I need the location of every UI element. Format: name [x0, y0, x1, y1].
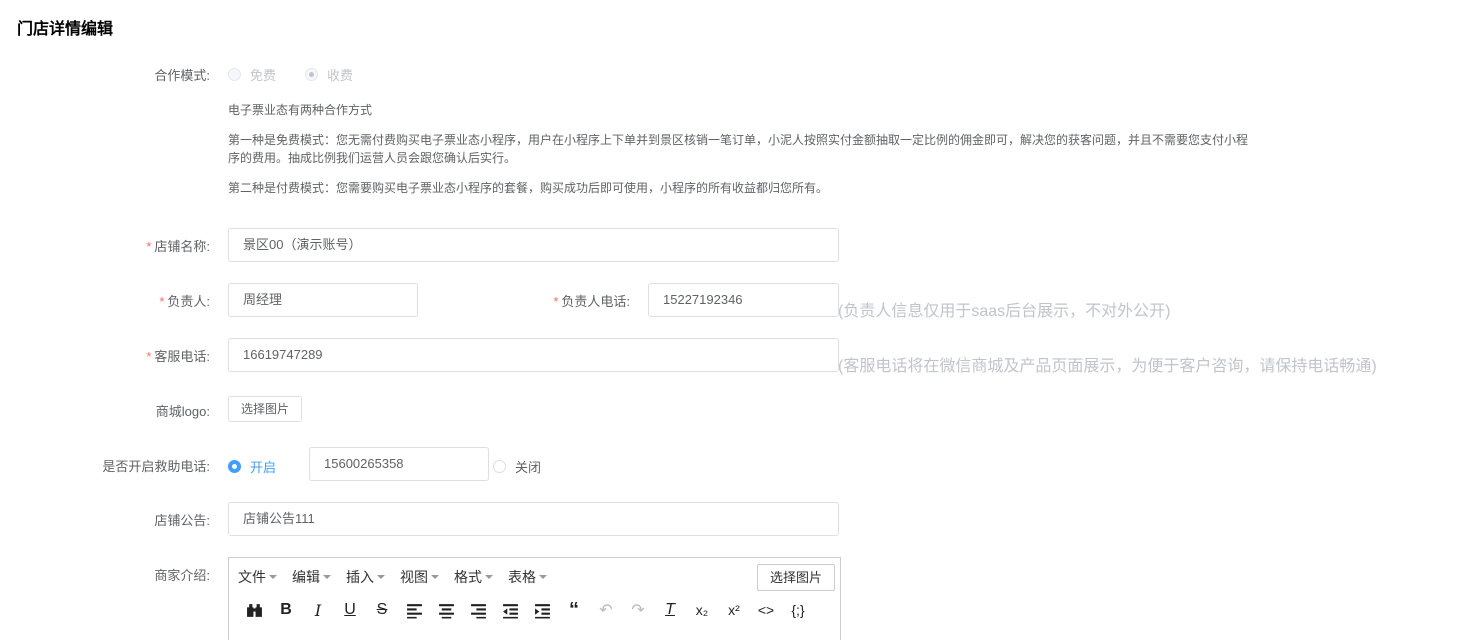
manager-phone-label: * 负责人电话:	[553, 294, 630, 309]
manager-phone-hint: (负责人信息仅用于saas后台展示，不对外公开)	[838, 303, 1171, 320]
menu-view[interactable]: 视图	[400, 567, 439, 587]
chevron-down-icon	[377, 575, 385, 579]
chevron-down-icon	[323, 575, 331, 579]
chevron-down-icon	[485, 575, 493, 579]
code-icon[interactable]: <>	[750, 600, 782, 620]
manager-input[interactable]: 周经理	[228, 283, 418, 317]
binoculars-icon[interactable]	[238, 600, 270, 620]
shop-name-label: * 店铺名称:	[146, 239, 210, 254]
radio-dot	[228, 68, 241, 81]
shop-name-input[interactable]: 景区00（演示账号）	[228, 228, 839, 262]
superscript-icon[interactable]: x²	[718, 600, 750, 620]
manager-phone-input[interactable]: 15227192346	[648, 283, 839, 317]
radio-rescue-on-label: 开启	[250, 460, 277, 475]
cooperation-desc-paid: 第二种是付费模式：您需要购买电子票业态小程序的套餐，购买成功后即可使用，小程序的…	[228, 181, 829, 195]
cooperation-desc-title: 电子票业态有两种合作方式	[228, 103, 373, 117]
chevron-down-icon	[539, 575, 547, 579]
menu-format[interactable]: 格式	[454, 567, 493, 587]
radio-dot	[493, 460, 506, 473]
radio-paid-label: 收费	[327, 68, 354, 83]
radio-dot	[305, 68, 318, 81]
indent-icon[interactable]	[526, 600, 558, 620]
menu-file[interactable]: 文件	[238, 567, 277, 587]
code-sample-icon[interactable]: {;}	[782, 600, 814, 620]
rich-text-editor[interactable]: 文件 编辑 插入 视图 格式 表格 选择图片 B I U S “ ↶ ↷ T x…	[228, 557, 841, 640]
chevron-down-icon	[431, 575, 439, 579]
blockquote-icon[interactable]: “	[558, 599, 590, 621]
notice-input[interactable]: 店铺公告111	[228, 502, 839, 536]
rescue-label: 是否开启救助电话:	[102, 459, 210, 474]
radio-dot	[228, 460, 241, 473]
logo-select-button[interactable]: 选择图片	[228, 396, 303, 422]
outdent-icon[interactable]	[494, 600, 526, 620]
radio-rescue-on[interactable]: 开启	[228, 457, 276, 476]
radio-free-label: 免费	[250, 68, 277, 83]
strikethrough-icon[interactable]: S	[366, 600, 398, 620]
radio-rescue-off[interactable]: 关闭	[493, 457, 541, 476]
editor-select-image-button[interactable]: 选择图片	[756, 564, 835, 591]
editor-menubar: 文件 编辑 插入 视图 格式 表格	[238, 567, 562, 587]
menu-edit[interactable]: 编辑	[292, 567, 331, 587]
intro-label: 商家介绍:	[154, 568, 210, 583]
chevron-down-icon	[269, 575, 277, 579]
align-center-icon[interactable]	[430, 600, 462, 620]
align-left-icon[interactable]	[398, 600, 430, 620]
page-title: 门店详情编辑	[17, 21, 114, 38]
service-phone-input[interactable]: 16619747289	[228, 338, 839, 372]
cooperation-label: 合作模式:	[154, 68, 210, 83]
notice-label: 店铺公告:	[154, 513, 210, 528]
underline-icon[interactable]: U	[334, 600, 366, 620]
radio-free[interactable]: 免费	[228, 65, 276, 84]
bold-icon[interactable]: B	[270, 600, 302, 620]
remove-format-icon[interactable]: T	[654, 600, 686, 620]
editor-toolbar: B I U S “ ↶ ↷ T x₂ x² <> {;}	[238, 599, 814, 621]
logo-label: 商城logo:	[155, 404, 210, 419]
radio-rescue-off-label: 关闭	[515, 460, 542, 475]
service-phone-label: * 客服电话:	[146, 349, 210, 364]
service-phone-hint: (客服电话将在微信商城及产品页面展示，为便于客户咨询，请保持电话畅通)	[838, 358, 1377, 375]
manager-label: * 负责人:	[159, 294, 210, 309]
cooperation-desc-free: 第一种是免费模式：您无需付费购买电子票业态小程序，用户在小程序上下单并到景区核销…	[228, 133, 1249, 165]
radio-paid[interactable]: 收费	[305, 65, 353, 84]
undo-icon[interactable]: ↶	[590, 600, 622, 620]
rescue-phone-input[interactable]: 15600265358	[309, 447, 489, 481]
subscript-icon[interactable]: x₂	[686, 600, 718, 620]
redo-icon[interactable]: ↷	[622, 600, 654, 620]
menu-table[interactable]: 表格	[508, 567, 547, 587]
italic-icon[interactable]: I	[302, 600, 334, 620]
align-right-icon[interactable]	[462, 600, 494, 620]
menu-insert[interactable]: 插入	[346, 567, 385, 587]
